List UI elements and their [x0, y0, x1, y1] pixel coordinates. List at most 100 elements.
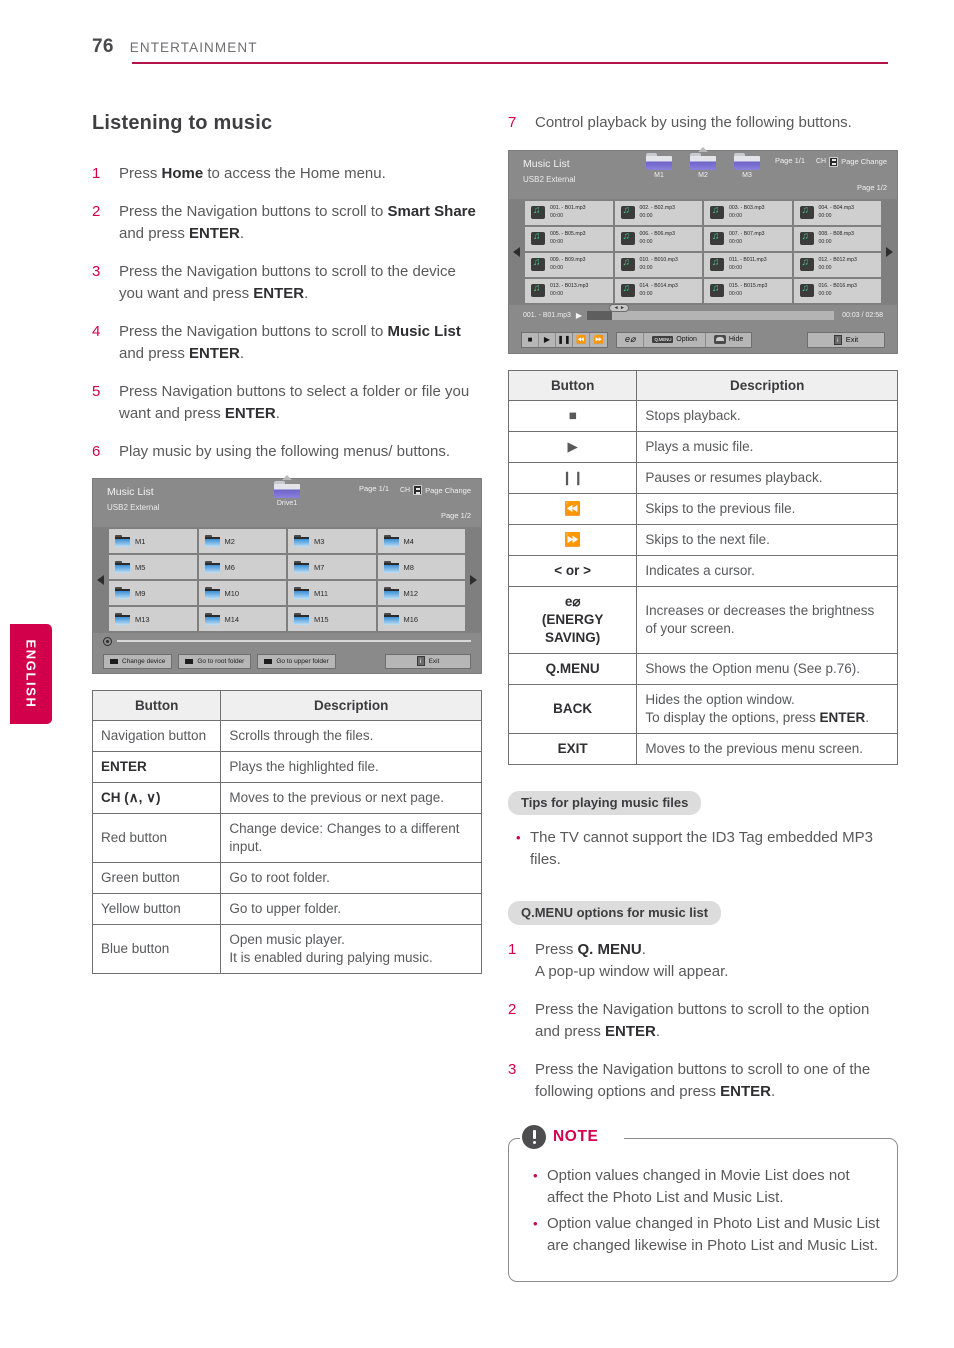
exit-key-icon: i — [833, 334, 842, 345]
folder-cell[interactable]: M16 — [377, 607, 465, 631]
row-button: ▶ — [507, 430, 638, 463]
file-name: 011. - B011.mp3 — [729, 257, 767, 264]
previous-button[interactable]: ⏪ — [573, 332, 590, 347]
music-file-cell[interactable]: 008. - B08.mp300:00 — [793, 226, 881, 251]
qmenu-step-item: 1 Press Q. MENU. A pop-up window will appe… — [508, 939, 898, 984]
row-button: e⌀ (ENERGY SAVING) — [507, 585, 638, 654]
folder-cell[interactable]: M4 — [377, 529, 465, 553]
file-info: 004. - B04.mp3 00:00 — [819, 206, 854, 219]
caret-up-icon — [282, 475, 292, 480]
folder-cell[interactable]: M13 — [109, 607, 197, 631]
music-file-cell[interactable]: 012. - B012.mp300:00 — [793, 252, 881, 277]
player-exit-button[interactable]: i Exit — [807, 331, 885, 348]
music-file-cell[interactable]: 009. - B09.mp300:00 — [525, 252, 613, 277]
file-name: 014. - B014.mp3 — [639, 283, 678, 290]
color-key-icon — [264, 658, 273, 664]
next-page-arrow-icon[interactable] — [470, 575, 477, 585]
music-note-icon — [710, 257, 724, 271]
progress-fill — [587, 311, 612, 320]
option-button[interactable]: Q.MENU Option — [644, 332, 706, 347]
table-header-row: Button Description — [91, 690, 482, 721]
file-name: 016. - B016.mp3 — [818, 283, 857, 290]
folder-cell[interactable]: M11 — [288, 581, 376, 605]
prev-page-arrow-icon[interactable] — [513, 246, 520, 257]
play-button[interactable]: ▶ — [539, 332, 556, 347]
folder-cell[interactable]: M15 — [288, 607, 376, 631]
breadcrumb-folder[interactable]: M1 — [644, 152, 674, 179]
left-steps: 1 Press Home to access the Home menu. 2 Pre… — [92, 163, 482, 463]
music-file-cell[interactable]: 011. - B011.mp300:00 — [704, 252, 792, 277]
folder-name: M4 — [403, 536, 414, 546]
folder-cell[interactable]: M2 — [198, 529, 286, 553]
music-file-cell[interactable]: 013. - B013.mp300:00 — [525, 278, 613, 303]
screen-action-button[interactable]: Go to upper folder — [257, 653, 336, 669]
scroll-handle-icon[interactable] — [103, 636, 112, 646]
folder-icon — [204, 561, 220, 573]
folder-cell[interactable]: M9 — [109, 581, 197, 605]
next-button[interactable]: ⏩ — [590, 333, 607, 347]
exclamation-icon — [522, 1124, 546, 1149]
row-button: EXIT — [507, 732, 638, 765]
row-description: Skips to the previous file. — [636, 492, 898, 525]
folder-cell[interactable]: M10 — [198, 581, 286, 605]
folder-cell[interactable]: M3 — [288, 529, 376, 553]
row-button: ⏩ — [507, 523, 638, 556]
folder-cell[interactable]: M14 — [198, 607, 286, 631]
breadcrumb-folder[interactable]: M3 — [732, 152, 762, 179]
music-note-icon — [531, 257, 545, 271]
folder-cell[interactable]: M5 — [109, 555, 197, 579]
breadcrumb-folder[interactable]: Drive1 — [272, 475, 302, 507]
music-file-cell[interactable]: 003. - B03.mp300:00 — [704, 200, 792, 225]
file-info: 013. - B013.mp3 00:00 — [550, 284, 588, 297]
player-breadcrumb-folders: M1 M2 M3 — [509, 146, 897, 179]
music-file-cell[interactable]: 005. - B05.mp300:00 — [525, 226, 613, 251]
folder-label: M1 — [654, 171, 664, 179]
screen-exit-button[interactable]: i Exit — [385, 653, 471, 669]
th-button: Button — [91, 690, 222, 721]
row-description: Scrolls through the files. — [220, 720, 482, 752]
pause-button[interactable]: ❚❚ — [556, 332, 573, 347]
music-file-cell[interactable]: 006. - B06.mp300:00 — [614, 226, 702, 251]
table-row: ENTER Plays the highlighted file. — [91, 751, 482, 783]
folder-cell[interactable]: M12 — [377, 581, 465, 605]
step-number: 7 — [508, 114, 517, 131]
file-duration: 00:00 — [550, 212, 563, 219]
music-file-cell[interactable]: 015. - B015.mp300:00 — [704, 278, 792, 303]
screen-action-button[interactable]: Change device — [103, 653, 173, 669]
file-duration: 00:00 — [729, 264, 742, 271]
breadcrumb-folder[interactable]: M2 — [688, 146, 718, 179]
screen-action-button[interactable]: Go to root folder — [178, 653, 252, 669]
hide-button[interactable]: Hide — [706, 333, 751, 347]
folder-cell[interactable]: M7 — [288, 555, 376, 579]
header-rule — [132, 62, 888, 64]
folder-name: M13 — [135, 614, 150, 624]
table-row: Blue button Open music player. It is enabl… — [91, 924, 482, 974]
progress-knob[interactable]: ◄ ► — [609, 304, 630, 312]
prev-page-arrow-icon[interactable] — [97, 575, 104, 585]
screen-button-bar: Change device Go to root folder Go to uppe… — [93, 649, 481, 673]
music-file-cell[interactable]: 014. - B014.mp300:00 — [614, 278, 702, 303]
scroll-bar[interactable] — [117, 639, 471, 643]
music-file-cell[interactable]: 002. - B02.mp300:00 — [614, 200, 702, 225]
folder-name: M15 — [314, 614, 329, 624]
folder-cell[interactable]: M6 — [198, 555, 286, 579]
music-file-cell[interactable]: 010. - B010.mp300:00 — [614, 252, 702, 277]
music-file-cell[interactable]: 001. - B01.mp300:00 — [525, 200, 613, 225]
next-page-arrow-icon[interactable] — [886, 246, 893, 257]
folder-cell[interactable]: M1 — [109, 529, 197, 553]
step-text: Control playback by using the following … — [535, 114, 852, 131]
qmenu-pill: Q.MENU options for music list — [508, 900, 722, 925]
folder-cell[interactable]: M8 — [377, 555, 465, 579]
energy-saving-button[interactable]: e⌀ — [617, 332, 645, 347]
music-file-cell[interactable]: 004. - B04.mp300:00 — [793, 200, 881, 225]
language-tab: ENGLISH — [10, 624, 52, 724]
music-file-cell[interactable]: 007. - B07.mp300:00 — [704, 226, 792, 251]
progress-track[interactable]: ◄ ► — [587, 304, 835, 320]
music-file-cell[interactable]: 016. - B016.mp300:00 — [793, 278, 881, 303]
file-info: 011. - B011.mp3 00:00 — [729, 257, 767, 271]
play-state-icon: ▶ — [575, 311, 583, 320]
folder-name: M11 — [314, 588, 329, 598]
folder-name: M2 — [224, 536, 235, 546]
stop-button[interactable]: ■ — [522, 332, 539, 347]
playback-progress-row: 001. - B01.mp3 ▶ ◄ ► 00:03 / 02:58 — [509, 304, 897, 327]
